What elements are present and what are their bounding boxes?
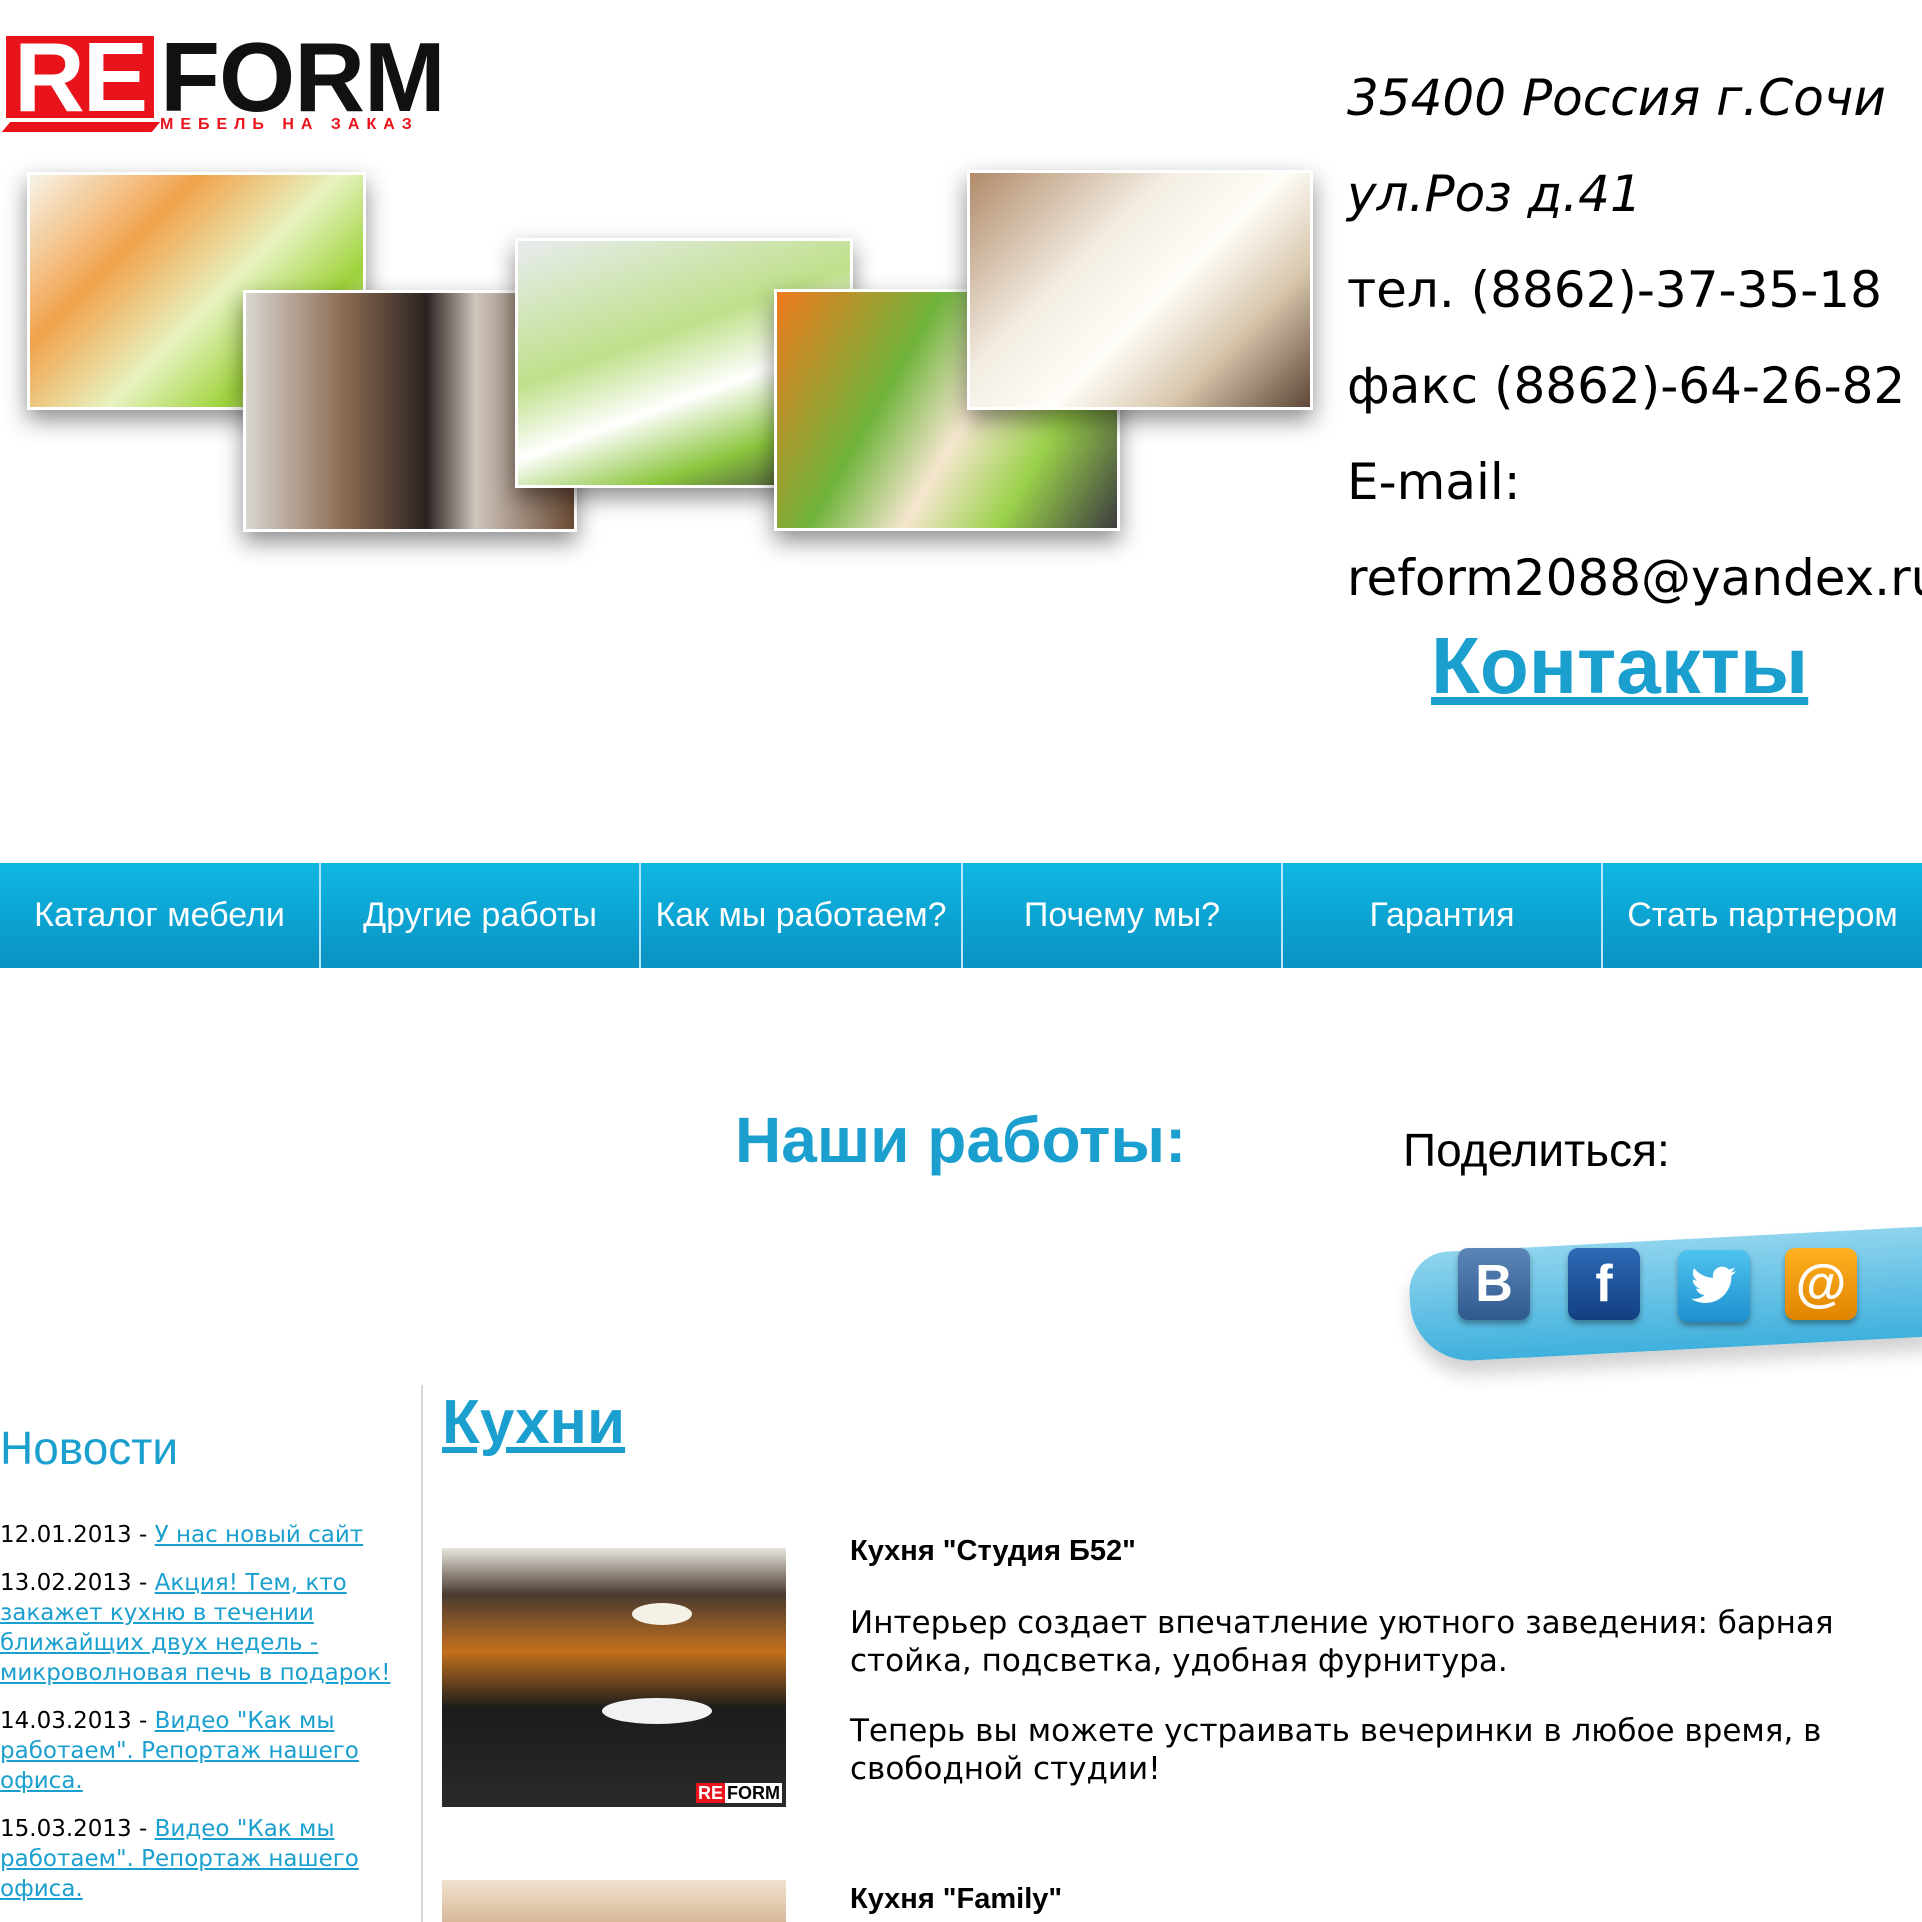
header-photo-collage: [0, 160, 1313, 560]
round-table: [602, 1698, 712, 1724]
pendant-lamp: [632, 1603, 692, 1625]
logo-tagline: МЕБЕЛЬ НА ЗАКАЗ: [160, 116, 419, 133]
news-date: 15.03.2013 -: [0, 1816, 155, 1842]
news-item: 15.03.2013 - Видео "Как мы работаем". Ре…: [0, 1814, 395, 1904]
news-list: 12.01.2013 - У нас новый сайт 13.02.2013…: [0, 1520, 395, 1922]
news-item: 13.02.2013 - Акция! Тем, кто закажет кух…: [0, 1568, 395, 1688]
nav-item-guarantee[interactable]: Гарантия: [1283, 863, 1603, 968]
news-link[interactable]: У нас новый сайт: [155, 1522, 364, 1548]
email-label: E-mail:: [1347, 453, 1521, 511]
logo-re: RE: [6, 28, 155, 126]
nav-item-how-we-work[interactable]: Как мы работаем?: [641, 863, 963, 968]
logo-form: FORM: [160, 22, 445, 132]
nav-item-become-partner[interactable]: Стать партнером: [1603, 863, 1922, 968]
address-line-1: 35400 Россия г.Сочи: [1347, 69, 1886, 127]
twitter-icon[interactable]: [1678, 1250, 1750, 1322]
share-ribbon: B f @: [1395, 1200, 1922, 1400]
news-date: 12.01.2013 -: [0, 1522, 155, 1548]
site-logo[interactable]: RE FORM МЕБЕЛЬ НА ЗАКАЗ: [0, 22, 484, 142]
facebook-icon[interactable]: f: [1568, 1248, 1640, 1320]
nav-item-why-us[interactable]: Почему мы?: [963, 863, 1283, 968]
product-image[interactable]: [442, 1880, 786, 1922]
news-item: 12.01.2013 - У нас новый сайт: [0, 1520, 395, 1550]
reform-watermark: RE FORM: [695, 1783, 782, 1803]
sidebar-divider: [421, 1385, 423, 1922]
product-name[interactable]: Кухня "Студия Б52": [850, 1537, 1136, 1566]
product-description: Теперь вы можете устраивать вечеринки в …: [850, 1713, 1822, 1787]
vkontakte-icon[interactable]: B: [1458, 1248, 1530, 1320]
contact-block: 35400 Россия г.Сочи ул.Роз д.41 тел. (88…: [1347, 50, 1922, 626]
nav-item-other-works[interactable]: Другие работы: [321, 863, 641, 968]
logo-wordmark: RE FORM: [6, 22, 446, 132]
nav-item-catalog[interactable]: Каталог мебели: [0, 863, 321, 968]
news-item: 14.03.2013 - Видео "Как мы работаем". Ре…: [0, 1706, 395, 1796]
product-image[interactable]: RE FORM: [442, 1548, 786, 1807]
share-label: Поделиться:: [1403, 1124, 1670, 1176]
product-description: Интерьер создает впечатление уютного зав…: [850, 1605, 1834, 1679]
bedroom-photo: [967, 170, 1313, 410]
main-nav: Каталог мебели Другие работы Как мы рабо…: [0, 863, 1922, 968]
email-address[interactable]: reform2088@yandex.ru: [1347, 530, 1922, 626]
works-heading: Наши работы:: [735, 1104, 1187, 1176]
address-line-2: ул.Роз д.41: [1347, 165, 1642, 223]
news-date: 14.03.2013 -: [0, 1708, 155, 1734]
contacts-link[interactable]: Контакты: [1431, 626, 1808, 706]
news-date: 13.02.2013 -: [0, 1570, 155, 1596]
twitter-bird-glyph: [1691, 1266, 1736, 1303]
news-heading: Новости: [0, 1422, 179, 1474]
phone-number: тел. (8862)-37-35-18: [1347, 261, 1882, 319]
logo-accent-bar: [1, 122, 161, 132]
category-title-link[interactable]: Кухни: [442, 1392, 625, 1454]
mail-icon[interactable]: @: [1785, 1248, 1857, 1320]
fax-number: факс (8862)-64-26-82: [1347, 357, 1906, 415]
product-name[interactable]: Кухня "Family": [850, 1885, 1062, 1914]
